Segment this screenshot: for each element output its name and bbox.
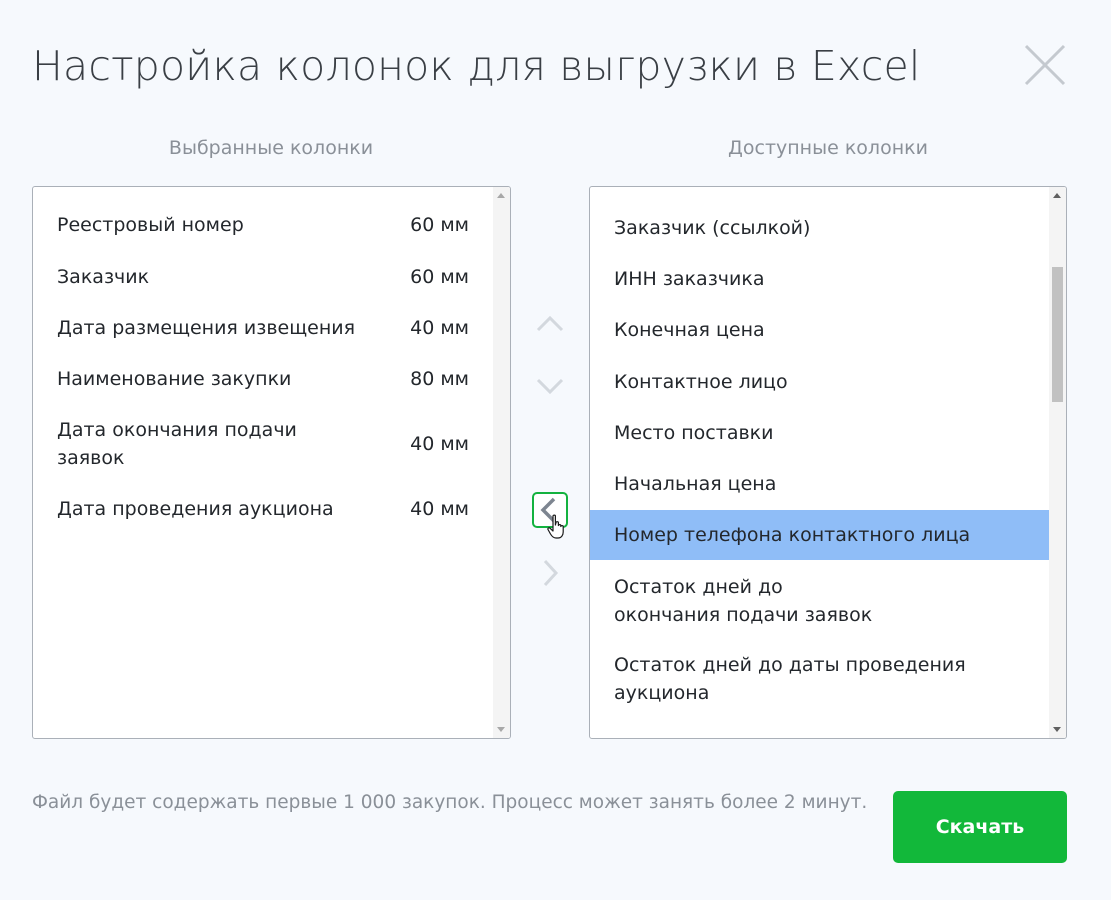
list-item[interactable]: ИНН заказчика (590, 265, 1049, 295)
column-name: Заказчик (57, 266, 150, 288)
column-name: ИНН заказчика (614, 268, 765, 290)
column-name: Дата окончания подачи заявок (57, 419, 297, 469)
download-button[interactable]: Скачать (893, 791, 1067, 863)
scroll-down-arrow-icon[interactable] (497, 727, 505, 732)
list-item[interactable]: Дата окончания подачи заявок 40 мм (57, 416, 469, 472)
move-up-button[interactable] (532, 306, 568, 342)
available-columns-list[interactable]: — — — — — — Заказчик (ссылкой) ИНН заказ… (589, 186, 1067, 739)
column-name: Дата размещения извещения (57, 317, 356, 339)
selected-columns-heading: Выбранные колонки (168, 137, 374, 159)
column-name: Конечная цена (614, 319, 765, 341)
column-name: Реестровый номер (57, 214, 244, 236)
chevron-right-icon (543, 559, 559, 587)
scroll-up-arrow-icon[interactable] (497, 193, 505, 198)
column-name: Место поставки (614, 422, 774, 444)
column-name: Контактное лицо (614, 371, 788, 393)
column-width: 40 мм (410, 317, 469, 339)
close-button[interactable] (1022, 42, 1068, 88)
chevron-down-icon (536, 378, 564, 395)
selected-columns-list[interactable]: Реестровый номер 60 мм Заказчик 60 мм Да… (32, 186, 511, 739)
list-item-partial: — — — — — — (590, 730, 1049, 738)
column-width: 40 мм (410, 498, 469, 520)
scrollbar-thumb[interactable] (1052, 267, 1063, 402)
column-name: Номер телефона контактного лица (614, 524, 971, 546)
hand-pointer-icon (547, 514, 564, 539)
list-item[interactable]: Заказчик (ссылкой) (590, 214, 1049, 244)
list-item[interactable]: Конечная цена (590, 316, 1049, 346)
list-item[interactable]: Остаток дней до даты проведения аукциона (590, 651, 1049, 707)
list-item[interactable]: Начальная цена (590, 470, 1049, 500)
list-item[interactable]: Контактное лицо (590, 368, 1049, 398)
column-name: Начальная цена (614, 473, 777, 495)
available-columns-heading: Доступные колонки (728, 137, 928, 159)
list-item-selected[interactable]: Номер телефона контактного лица (590, 510, 1049, 560)
scroll-down-arrow-icon[interactable] (1053, 727, 1061, 732)
column-width: 60 мм (410, 214, 469, 236)
list-item[interactable]: Остаток дней до окончания подачи заявок (590, 573, 1049, 629)
close-icon (1024, 44, 1066, 86)
column-name: Заказчик (ссылкой) (614, 217, 811, 239)
scrollbar[interactable] (493, 187, 510, 738)
list-item-partial: — — — — — — (590, 187, 1049, 191)
list-item[interactable]: Место поставки (590, 419, 1049, 449)
column-name: Остаток дней до окончания подачи заявок (614, 576, 873, 626)
move-right-button[interactable] (532, 555, 568, 591)
footer-note: Файл будет содержать первые 1 000 закупо… (32, 792, 868, 813)
column-name: Дата проведения аукциона (57, 498, 334, 520)
export-settings-dialog: Настройка колонок для выгрузки в Excel В… (0, 0, 1111, 900)
chevron-up-icon (536, 315, 564, 332)
scroll-up-arrow-icon[interactable] (1053, 193, 1061, 198)
column-width: 80 мм (410, 368, 469, 390)
dialog-title: Настройка колонок для выгрузки в Excel (32, 42, 921, 90)
scrollbar[interactable] (1049, 187, 1066, 738)
move-left-button[interactable] (532, 492, 568, 539)
move-down-button[interactable] (532, 368, 568, 404)
column-width: 60 мм (410, 266, 469, 288)
column-width: 40 мм (410, 433, 469, 455)
column-name: Наименование закупки (57, 368, 292, 390)
column-name: Остаток дней до даты проведения аукциона (614, 654, 966, 704)
